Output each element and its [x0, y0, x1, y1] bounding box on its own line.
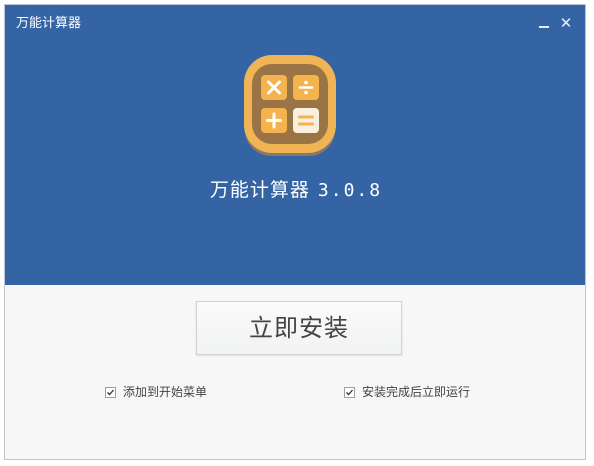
app-version: 3.0.8: [317, 180, 383, 201]
minimize-button[interactable]: [533, 13, 553, 33]
close-button[interactable]: ✕: [556, 13, 576, 33]
run-after-install-checkbox[interactable]: [344, 386, 355, 398]
app-name-version: 万能计算器 3.0.8: [5, 175, 585, 202]
add-to-start-menu-checkbox[interactable]: [105, 386, 116, 398]
run-after-install-option[interactable]: 安装完成后立即运行: [344, 384, 470, 400]
calculator-app-icon: [241, 52, 339, 158]
app-name: 万能计算器: [209, 179, 310, 201]
minimize-icon: [539, 26, 549, 28]
checkmark-icon: [107, 389, 114, 396]
header-banner: 万能计算器 ✕ 万能计算器 3.0.8: [5, 5, 585, 285]
run-after-install-label: 安装完成后立即运行: [362, 385, 471, 399]
add-to-start-menu-label: 添加到开始菜单: [123, 385, 208, 399]
install-now-button[interactable]: 立即安装: [196, 301, 402, 355]
window-title: 万能计算器: [16, 16, 82, 31]
installer-window: 万能计算器 ✕ 万能计算器 3.0.8 立即安装 添加到开始菜单 安装完成后立即…: [4, 4, 586, 460]
calculator-icon: [244, 55, 336, 156]
checkmark-icon: [346, 389, 353, 396]
add-to-start-menu-option[interactable]: 添加到开始菜单: [105, 384, 207, 400]
close-icon: ✕: [559, 14, 573, 32]
